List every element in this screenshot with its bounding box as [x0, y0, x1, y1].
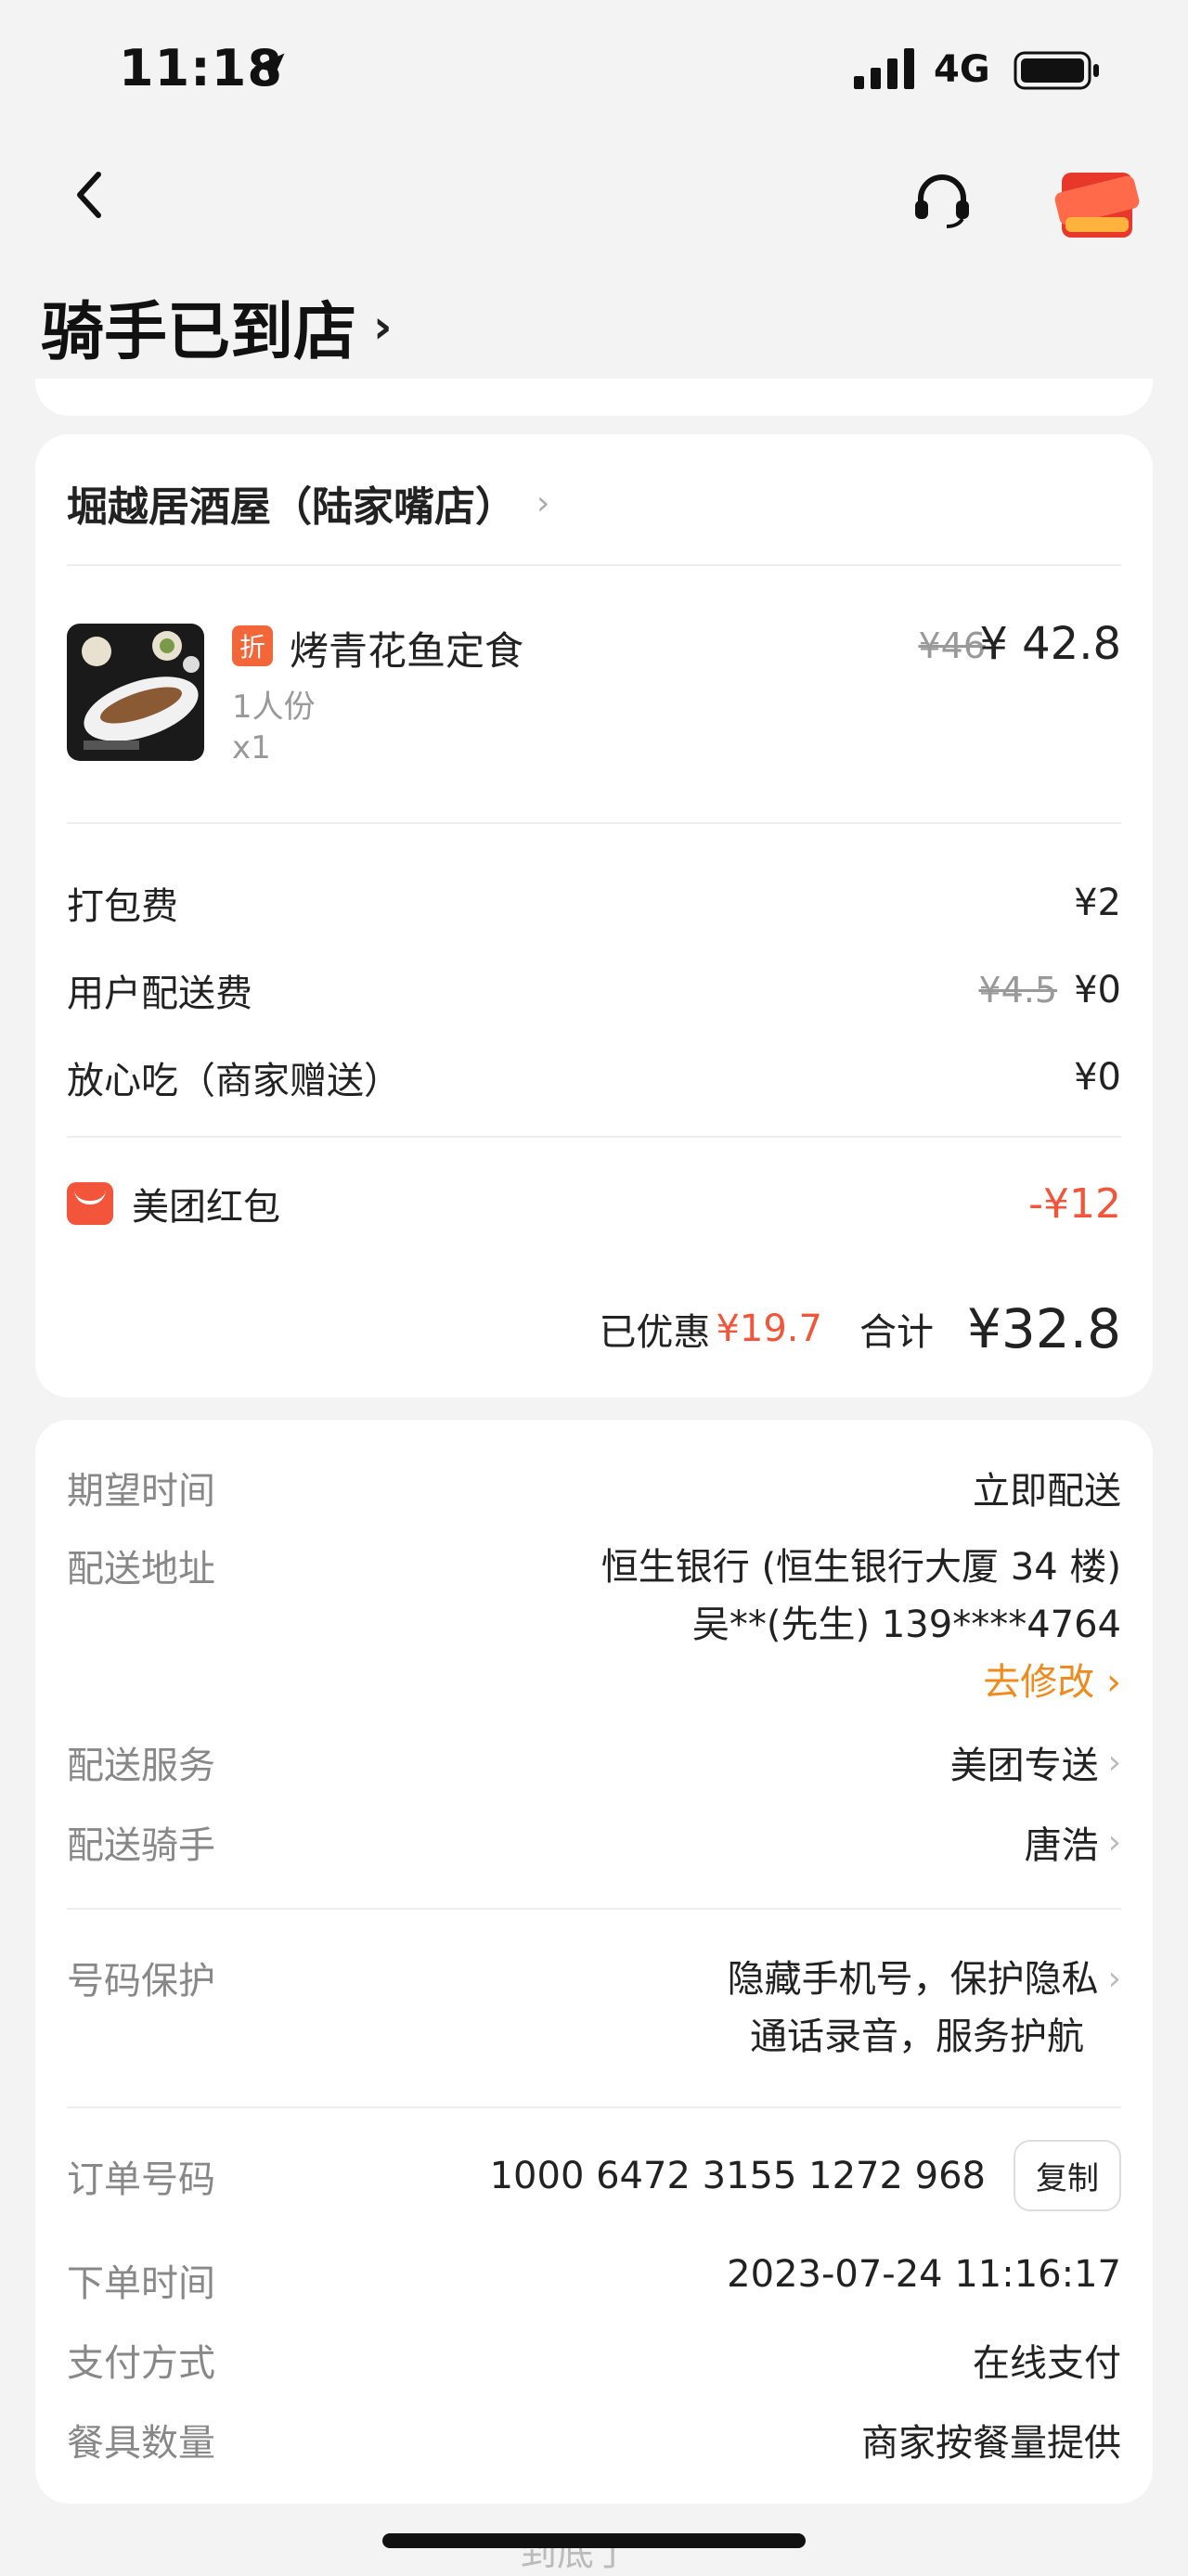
red-packet-promo-icon[interactable] — [1052, 156, 1142, 245]
shop-name-link[interactable]: 堀越居酒屋（陆家嘴店） › — [67, 473, 549, 533]
total-value: ¥32.8 — [966, 1297, 1121, 1360]
privacy-line: 通话录音，服务护航 — [750, 2016, 1084, 2058]
customer-service-icon[interactable] — [910, 167, 975, 232]
info-label: 配送骑手 — [67, 1824, 215, 1867]
divider — [67, 822, 1121, 824]
delivery-service-row[interactable]: 配送服务 美团专送 › — [67, 1735, 1121, 1789]
dish-original-price: ¥46 — [918, 625, 986, 666]
address-row: 配送地址 恒生银行 (恒生银行大厦 34 楼) 吴**(先生) 139****4… — [67, 1539, 1121, 1711]
copy-button[interactable]: 复制 — [1014, 2140, 1121, 2211]
divider — [67, 564, 1121, 566]
previous-card-edge — [35, 379, 1153, 416]
divider — [67, 2106, 1121, 2108]
privacy-line: 隐藏手机号，保护隐私 — [727, 1958, 1099, 2001]
location-arrow-icon — [253, 53, 285, 84]
info-label: 配送地址 — [67, 1548, 215, 1591]
divider — [67, 1908, 1121, 1910]
red-packet-value: -¥12 — [1028, 1179, 1121, 1228]
expected-time-row: 期望时间 立即配送 — [67, 1461, 1121, 1514]
dish-image[interactable] — [67, 624, 204, 761]
info-label: 餐具数量 — [67, 2422, 215, 2465]
network-label: 4G — [934, 48, 990, 91]
order-number: 1000 6472 3155 1272 968 — [489, 2154, 986, 2197]
info-label: 订单号码 — [67, 2157, 215, 2201]
info-label: 配送服务 — [67, 1745, 215, 1787]
fee-row-delivery: 用户配送费 ¥4.5 ¥0 — [67, 963, 1121, 1017]
page-title[interactable]: 骑手已到店 › — [41, 280, 393, 372]
utensils-row: 餐具数量 商家按餐量提供 — [67, 2413, 1121, 2467]
address-line: 恒生银行 (恒生银行大厦 34 楼) — [600, 1546, 1121, 1589]
chevron-right-icon: › — [1107, 1743, 1121, 1782]
info-value: 立即配送 — [973, 1470, 1121, 1513]
end-of-list-text: 到底了 — [520, 2531, 631, 2574]
chevron-right-icon: › — [1107, 1823, 1121, 1861]
page-title-text: 骑手已到店 — [41, 296, 357, 369]
dish-spec: 1人份 — [232, 689, 316, 726]
order-summary: 已优惠 ¥19.7 合计 ¥32.8 — [599, 1297, 1121, 1360]
info-value: 在线支付 — [973, 2342, 1121, 2385]
discount-badge: 折 — [232, 625, 273, 666]
shop-name: 堀越居酒屋（陆家嘴店） — [67, 483, 516, 531]
info-value: 2023-07-24 11:16:17 — [727, 2253, 1121, 2296]
info-label: 支付方式 — [67, 2342, 215, 2385]
total-label: 合计 — [859, 1311, 934, 1354]
info-label: 号码保护 — [67, 1960, 215, 2003]
info-label: 期望时间 — [67, 1470, 215, 1513]
fee-label: 打包费 — [67, 885, 178, 928]
order-number-row: 订单号码 1000 6472 3155 1272 968 复制 — [67, 2140, 1121, 2211]
saved-label: 已优惠 — [599, 1311, 711, 1354]
contact-line: 吴**(先生) 139****4764 — [691, 1604, 1121, 1646]
fee-value: ¥2 — [1074, 882, 1121, 924]
chevron-right-icon: › — [373, 299, 393, 354]
info-value: 唐浩 — [1024, 1824, 1099, 1867]
info-value: 美团专送 — [949, 1745, 1099, 1787]
rider-row[interactable]: 配送骑手 唐浩 › — [67, 1815, 1121, 1869]
red-packet-row: 美团红包 -¥12 — [67, 1177, 1121, 1230]
order-time-row: 下单时间 2023-07-24 11:16:17 — [67, 2253, 1121, 2307]
saved-value: ¥19.7 — [716, 1307, 822, 1350]
edit-address-label: 去修改 — [983, 1661, 1095, 1704]
chevron-right-icon: › — [536, 483, 550, 522]
dish-quantity: x1 — [232, 729, 271, 766]
number-protection-row[interactable]: 号码保护 隐藏手机号，保护隐私 › 通话录音，服务护航 — [67, 1951, 1121, 2066]
chevron-right-icon: › — [1106, 1661, 1121, 1704]
delivery-info-card: 期望时间 立即配送 配送地址 恒生银行 (恒生银行大厦 34 楼) 吴**(先生… — [35, 1420, 1153, 2504]
edit-address-link[interactable]: 去修改 › — [601, 1654, 1121, 1711]
fee-row-packaging: 打包费 ¥2 — [67, 876, 1121, 930]
info-value: 商家按餐量提供 — [861, 2422, 1121, 2465]
payment-method-row: 支付方式 在线支付 — [67, 2333, 1121, 2387]
back-arrow-icon[interactable] — [67, 167, 113, 223]
dish-name: 烤青花鱼定食 — [290, 628, 524, 674]
fee-label: 放心吃（商家赠送） — [67, 1060, 401, 1102]
fee-row-insurance: 放心吃（商家赠送） ¥0 — [67, 1050, 1121, 1104]
battery-icon — [1014, 51, 1099, 90]
info-label: 下单时间 — [67, 2262, 215, 2305]
fee-value: ¥0 — [1074, 1056, 1121, 1099]
dish-price: ¥ 42.8 — [979, 618, 1121, 670]
red-packet-icon — [67, 1182, 113, 1225]
fee-original: ¥4.5 — [978, 970, 1058, 1011]
fee-value: ¥0 — [1074, 969, 1121, 1011]
chevron-right-icon: › — [1107, 1960, 1121, 1998]
cellular-signal-icon — [854, 48, 914, 89]
fee-label: 用户配送费 — [67, 972, 252, 1015]
red-packet-label: 美团红包 — [132, 1186, 280, 1229]
divider — [67, 1136, 1121, 1138]
order-details-card: 堀越居酒屋（陆家嘴店） › 折 烤青花鱼定食 1人份 x1 ¥46 ¥ 42.8… — [35, 434, 1153, 1397]
home-indicator[interactable] — [382, 2533, 806, 2548]
